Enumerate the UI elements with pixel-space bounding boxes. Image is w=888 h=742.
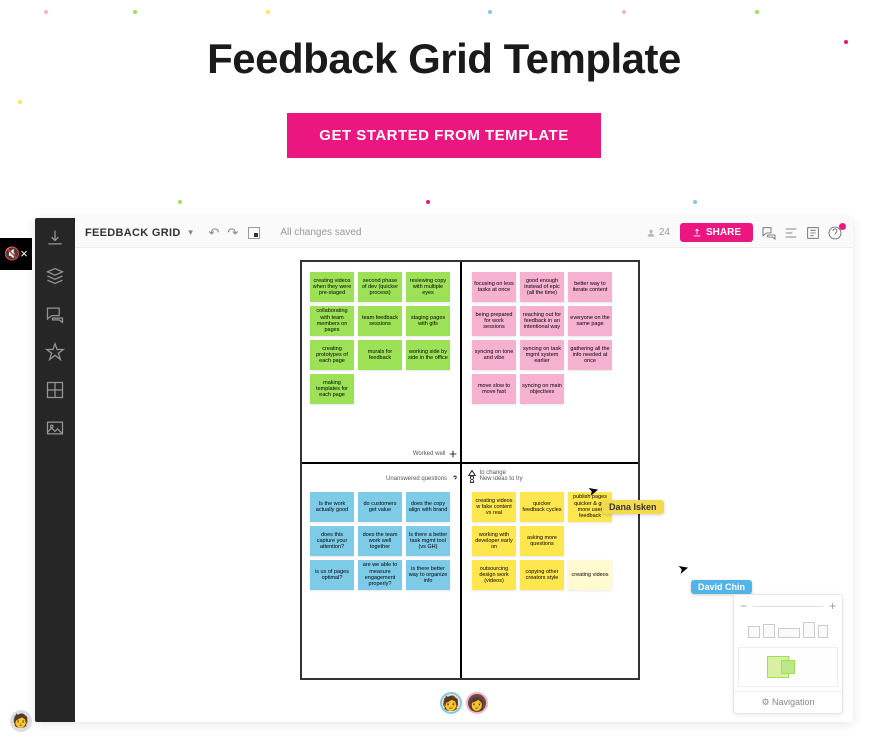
user-count-value: 24 bbox=[659, 227, 670, 238]
green-notes: creating videos when they were pre-stage… bbox=[310, 272, 450, 404]
sticky-note[interactable]: gathering all the info needed at once bbox=[568, 340, 612, 370]
mute-label: 🔇× bbox=[4, 246, 28, 262]
sticky-note[interactable]: Is the work actually good bbox=[310, 492, 354, 522]
sticky-note[interactable]: working side by side in the office bbox=[406, 340, 450, 370]
sticky-note[interactable]: does the team work well together bbox=[358, 526, 402, 556]
outline-icon[interactable] bbox=[805, 225, 821, 241]
zoom-slider[interactable]: − + bbox=[734, 595, 842, 617]
cursor-david-arrow: ➤ bbox=[676, 560, 691, 578]
page-thumb[interactable] bbox=[778, 628, 800, 638]
collaborator-avatars: 🧑 👩 bbox=[440, 692, 488, 714]
page-thumbnails bbox=[734, 617, 842, 643]
pink-notes: focusing on less tasks at once good enou… bbox=[472, 272, 612, 404]
zoom-out-icon[interactable]: − bbox=[740, 599, 747, 613]
share-label: SHARE bbox=[706, 227, 741, 238]
mute-icon[interactable]: 🔇× bbox=[0, 238, 32, 270]
side-toolbar bbox=[35, 218, 75, 722]
sticky-note[interactable]: staging pages with gifs bbox=[406, 306, 450, 336]
sticky-note[interactable]: good enough instead of epic (all the tim… bbox=[520, 272, 564, 302]
sticky-note[interactable]: Is there a better task mgmt tool (vs GH) bbox=[406, 526, 450, 556]
minimap[interactable] bbox=[738, 647, 838, 687]
sticky-note[interactable]: are we able to measure engagement proper… bbox=[358, 560, 402, 590]
get-started-button[interactable]: GET STARTED FROM TEMPLATE bbox=[287, 113, 600, 158]
chat-icon[interactable] bbox=[45, 304, 65, 324]
sticky-note[interactable]: does this capture your attention? bbox=[310, 526, 354, 556]
undo-button[interactable]: ↶ bbox=[209, 225, 220, 241]
sticky-note[interactable]: collaborating with team members on pages bbox=[310, 306, 354, 336]
doc-title: FEEDBACK GRID bbox=[85, 227, 181, 239]
sticky-note[interactable]: team feedback sessions bbox=[358, 306, 402, 336]
sticky-note[interactable]: everyone on the same page bbox=[568, 306, 612, 336]
nav-label[interactable]: ⚙ Navigation bbox=[734, 691, 842, 713]
page-thumb[interactable] bbox=[803, 622, 815, 638]
app-window: FEEDBACK GRID ▼ ↶ ↷ All changes saved 24… bbox=[35, 218, 853, 722]
navigation-panel: − + ⚙ Navigation bbox=[733, 594, 843, 714]
top-toolbar: FEEDBACK GRID ▼ ↶ ↷ All changes saved 24… bbox=[75, 218, 853, 248]
image-icon[interactable] bbox=[45, 418, 65, 438]
sticky-note[interactable]: reviewing copy with multiple eyes bbox=[406, 272, 450, 302]
page-thumb[interactable] bbox=[818, 625, 828, 638]
canvas[interactable]: Worked well to change Unanswered questio… bbox=[75, 248, 853, 722]
sticky-note[interactable]: is there better way to organize info bbox=[406, 560, 450, 590]
sticky-note[interactable]: working with developer early on bbox=[472, 526, 516, 556]
quad-label-tl: Worked well bbox=[413, 449, 459, 459]
sticky-note[interactable]: does the copy align with brand bbox=[406, 492, 450, 522]
sticky-note[interactable]: making templates for each page bbox=[310, 374, 354, 404]
export-icon[interactable] bbox=[45, 228, 65, 248]
sticky-note[interactable]: syncing on tone and vibe bbox=[472, 340, 516, 370]
nav-label-text: Navigation bbox=[772, 697, 815, 707]
sticky-note[interactable]: do customers get value bbox=[358, 492, 402, 522]
user-count[interactable]: 24 bbox=[646, 227, 670, 238]
sticky-note[interactable]: murals for feedback bbox=[358, 340, 402, 370]
chevron-down-icon[interactable]: ▼ bbox=[187, 228, 195, 237]
cursor-tag-dana: Dana Isken bbox=[602, 500, 664, 514]
sticky-note[interactable]: creating videos when they were pre-stage… bbox=[310, 272, 354, 302]
sticky-note[interactable]: copying other creators style bbox=[520, 560, 564, 590]
help-icon[interactable] bbox=[827, 225, 843, 241]
self-avatar[interactable]: 🧑 bbox=[10, 710, 32, 732]
feedback-grid-board[interactable]: Worked well to change Unanswered questio… bbox=[300, 260, 640, 680]
sticky-note[interactable]: being prepared for work sessions bbox=[472, 306, 516, 336]
share-button[interactable]: SHARE bbox=[680, 223, 753, 242]
quad-label-br: New ideas to try bbox=[467, 474, 523, 484]
sticky-note[interactable]: focusing on less tasks at once bbox=[472, 272, 516, 302]
yellow-notes: creating videos w fake content vs real q… bbox=[472, 492, 612, 590]
sticky-note[interactable]: syncing on main objectives bbox=[520, 374, 564, 404]
sticky-note[interactable]: reaching out for feedback in an intentio… bbox=[520, 306, 564, 336]
vertical-axis bbox=[460, 262, 462, 678]
sticky-note[interactable]: second phase of dev (quicker process) bbox=[358, 272, 402, 302]
comments-icon[interactable] bbox=[761, 225, 777, 241]
cursor-tag-david: David Chin bbox=[691, 580, 752, 594]
sticky-note[interactable]: syncing on task mgmt system earlier bbox=[520, 340, 564, 370]
avatar[interactable]: 🧑 bbox=[440, 692, 462, 714]
page-thumb[interactable] bbox=[763, 624, 775, 638]
star-icon[interactable] bbox=[45, 342, 65, 362]
layers-icon[interactable] bbox=[45, 266, 65, 286]
sticky-note[interactable]: creating prototypes of each page bbox=[310, 340, 354, 370]
zoom-in-icon[interactable]: + bbox=[829, 599, 836, 613]
avatar[interactable]: 👩 bbox=[466, 692, 488, 714]
sticky-note[interactable]: move slow to move fast bbox=[472, 374, 516, 404]
sticky-note[interactable]: is ux of pages optimal? bbox=[310, 560, 354, 590]
horizontal-axis bbox=[302, 462, 638, 464]
page-title: Feedback Grid Template bbox=[0, 0, 888, 83]
page-thumb[interactable] bbox=[748, 626, 760, 638]
color-picker[interactable] bbox=[248, 227, 260, 239]
sticky-note[interactable]: better way to iterate content bbox=[568, 272, 612, 302]
sticky-note[interactable]: creating videos bbox=[568, 560, 612, 590]
sticky-note[interactable]: asking more questions bbox=[520, 526, 564, 556]
activity-icon[interactable] bbox=[783, 225, 799, 241]
sticky-note[interactable]: quicker feedback cycles bbox=[520, 492, 564, 522]
sticky-note[interactable]: outsourcing design work (videos) bbox=[472, 560, 516, 590]
grid-icon[interactable] bbox=[45, 380, 65, 400]
save-status: All changes saved bbox=[280, 227, 361, 238]
redo-button[interactable]: ↷ bbox=[227, 225, 238, 241]
sticky-note[interactable]: creating videos w fake content vs real bbox=[472, 492, 516, 522]
quad-label-bl: Unanswered questions bbox=[386, 474, 460, 484]
